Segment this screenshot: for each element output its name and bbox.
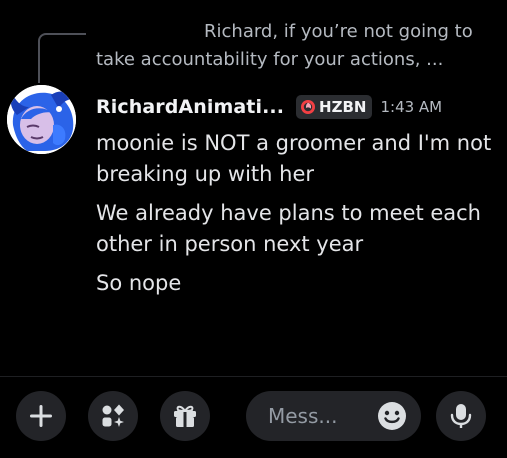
apps-button[interactable]: [88, 391, 138, 441]
apps-icon: [102, 404, 124, 427]
reply-spine: [38, 33, 86, 83]
microphone-icon: [450, 404, 472, 428]
message-body: moonie is NOT a groomer and I'm not brea…: [96, 128, 496, 307]
message-header: RichardAnimati... HZBN 1:43 AM: [96, 92, 442, 122]
plus-icon: [30, 405, 52, 427]
hazbin-badge-icon: [301, 100, 316, 114]
server-tag-label: HZBN: [319, 98, 367, 116]
add-button[interactable]: [16, 391, 66, 441]
gift-icon: [174, 405, 196, 427]
reply-preview-line: Richard, if you’re not going to: [204, 21, 473, 42]
emoji-icon[interactable]: [377, 401, 407, 431]
message-text: moonie is NOT a groomer and I'm not brea…: [96, 131, 492, 186]
server-tag[interactable]: HZBN: [296, 95, 373, 119]
message-placeholder: Mess...: [268, 404, 338, 428]
avatar[interactable]: [7, 85, 76, 154]
chat-messages: Richard, if you’re not going to take acc…: [0, 0, 507, 372]
reply-preview-line: take accountability for your actions, ..…: [96, 49, 444, 70]
timestamp: 1:43 AM: [380, 98, 443, 116]
message-input[interactable]: Mess...: [246, 391, 421, 441]
reply-preview[interactable]: Richard, if you’re not going to take acc…: [96, 18, 496, 74]
composer-toolbar: Mess...: [0, 376, 507, 458]
username[interactable]: RichardAnimati...: [96, 96, 284, 118]
voice-message-button[interactable]: [436, 391, 486, 441]
message-text: So nope: [96, 271, 182, 295]
gift-button[interactable]: [160, 391, 210, 441]
message-text: We already have plans to meet each other…: [96, 201, 481, 256]
